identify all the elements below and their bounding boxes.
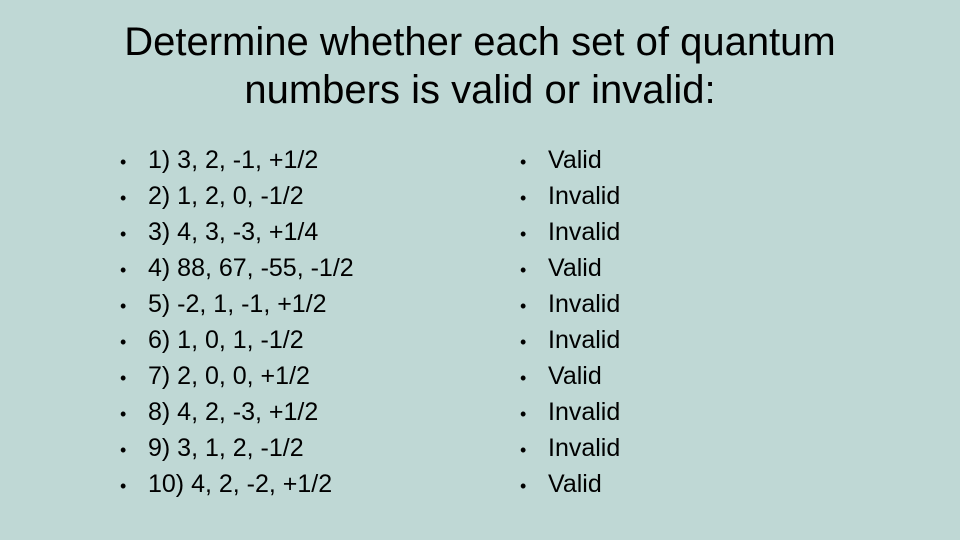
question-text: 8) 4, 2, -3, +1/2: [148, 394, 318, 430]
list-item: •Valid: [520, 250, 820, 286]
answer-text: Invalid: [548, 214, 620, 250]
question-text: 10) 4, 2, -2, +1/2: [148, 466, 332, 502]
list-item: •2) 1, 2, 0, -1/2: [120, 178, 520, 214]
question-text: 4) 88, 67, -55, -1/2: [148, 250, 354, 286]
answer-text: Invalid: [548, 178, 620, 214]
bullet-icon: •: [520, 222, 548, 248]
bullet-icon: •: [520, 330, 548, 356]
list-item: •Valid: [520, 142, 820, 178]
bullet-icon: •: [520, 474, 548, 500]
bullet-icon: •: [120, 294, 148, 320]
list-item: •5) -2, 1, -1, +1/2: [120, 286, 520, 322]
list-item: •Valid: [520, 466, 820, 502]
answer-text: Invalid: [548, 322, 620, 358]
list-item: •Invalid: [520, 178, 820, 214]
list-item: •9) 3, 1, 2, -1/2: [120, 430, 520, 466]
answer-text: Invalid: [548, 430, 620, 466]
bullet-icon: •: [520, 150, 548, 176]
slide-container: Determine whether each set of quantum nu…: [0, 0, 960, 540]
list-item: •1) 3, 2, -1, +1/2: [120, 142, 520, 178]
bullet-icon: •: [120, 438, 148, 464]
bullet-icon: •: [520, 438, 548, 464]
bullet-icon: •: [520, 258, 548, 284]
question-text: 2) 1, 2, 0, -1/2: [148, 178, 304, 214]
question-text: 5) -2, 1, -1, +1/2: [148, 286, 327, 322]
bullet-icon: •: [120, 222, 148, 248]
bullet-icon: •: [520, 402, 548, 428]
answers-list: •Valid •Invalid •Invalid •Valid •Invalid…: [520, 142, 820, 502]
list-item: •6) 1, 0, 1, -1/2: [120, 322, 520, 358]
answer-text: Valid: [548, 466, 602, 502]
question-text: 3) 4, 3, -3, +1/4: [148, 214, 318, 250]
bullet-icon: •: [520, 366, 548, 392]
answer-text: Invalid: [548, 286, 620, 322]
content-area: •1) 3, 2, -1, +1/2 •2) 1, 2, 0, -1/2 •3)…: [60, 142, 900, 502]
list-item: •Invalid: [520, 322, 820, 358]
list-item: •Valid: [520, 358, 820, 394]
questions-list: •1) 3, 2, -1, +1/2 •2) 1, 2, 0, -1/2 •3)…: [120, 142, 520, 502]
question-text: 7) 2, 0, 0, +1/2: [148, 358, 310, 394]
list-item: •4) 88, 67, -55, -1/2: [120, 250, 520, 286]
answer-text: Valid: [548, 142, 602, 178]
question-text: 9) 3, 1, 2, -1/2: [148, 430, 304, 466]
bullet-icon: •: [120, 150, 148, 176]
list-item: •8) 4, 2, -3, +1/2: [120, 394, 520, 430]
list-item: •Invalid: [520, 430, 820, 466]
question-text: 1) 3, 2, -1, +1/2: [148, 142, 318, 178]
bullet-icon: •: [120, 402, 148, 428]
question-text: 6) 1, 0, 1, -1/2: [148, 322, 304, 358]
answers-column: •Valid •Invalid •Invalid •Valid •Invalid…: [520, 142, 820, 502]
bullet-icon: •: [120, 330, 148, 356]
list-item: •3) 4, 3, -3, +1/4: [120, 214, 520, 250]
bullet-icon: •: [120, 186, 148, 212]
bullet-icon: •: [520, 294, 548, 320]
bullet-icon: •: [520, 186, 548, 212]
list-item: •Invalid: [520, 286, 820, 322]
bullet-icon: •: [120, 366, 148, 392]
bullet-icon: •: [120, 258, 148, 284]
list-item: •Invalid: [520, 214, 820, 250]
answer-text: Invalid: [548, 394, 620, 430]
bullet-icon: •: [120, 474, 148, 500]
page-title: Determine whether each set of quantum nu…: [60, 18, 900, 114]
list-item: •7) 2, 0, 0, +1/2: [120, 358, 520, 394]
answer-text: Valid: [548, 358, 602, 394]
list-item: •10) 4, 2, -2, +1/2: [120, 466, 520, 502]
answer-text: Valid: [548, 250, 602, 286]
list-item: •Invalid: [520, 394, 820, 430]
questions-column: •1) 3, 2, -1, +1/2 •2) 1, 2, 0, -1/2 •3)…: [120, 142, 520, 502]
